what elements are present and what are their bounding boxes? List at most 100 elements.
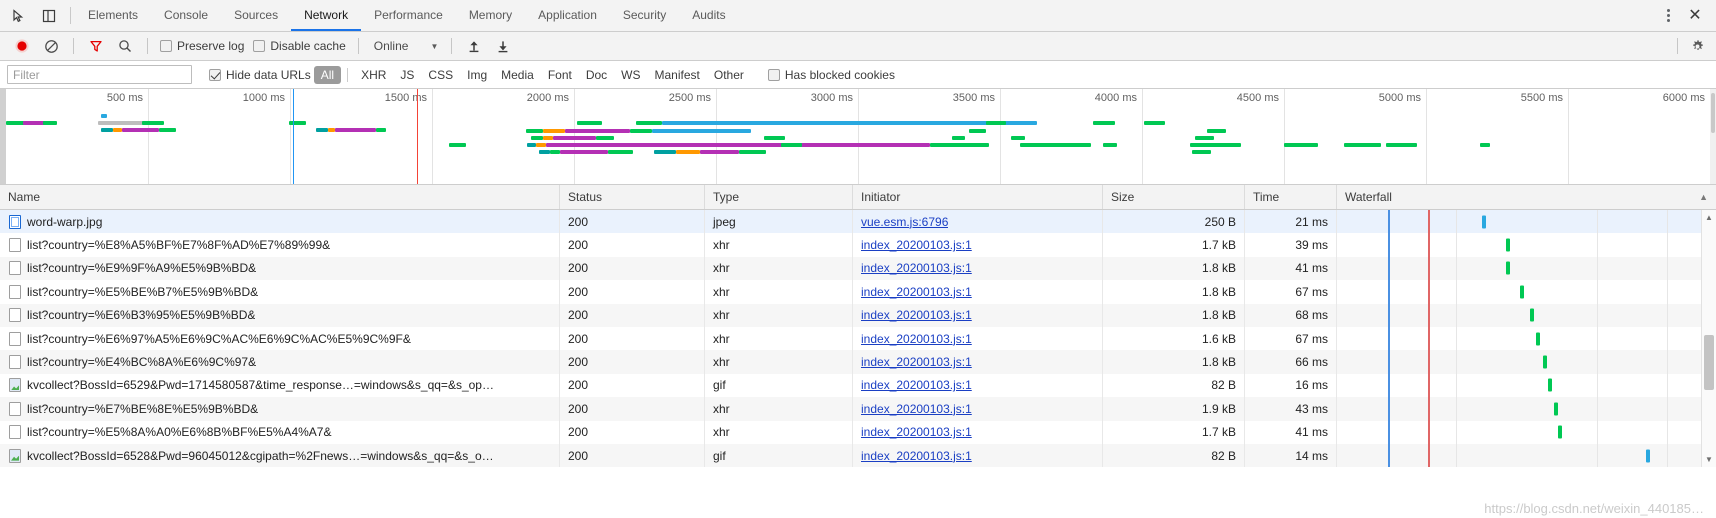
column-label: Name: [8, 190, 41, 204]
initiator-link[interactable]: index_20200103.js:1: [861, 402, 972, 416]
tab-security[interactable]: Security: [610, 0, 679, 31]
initiator-link[interactable]: index_20200103.js:1: [861, 285, 972, 299]
table-row[interactable]: list?country=%E5%8A%A0%E6%8B%BF%E5%A4%A7…: [0, 420, 1716, 444]
search-icon[interactable]: [112, 34, 138, 58]
scrollbar-thumb[interactable]: [1704, 335, 1714, 390]
column-header-initiator[interactable]: Initiator: [853, 185, 1103, 209]
tab-memory[interactable]: Memory: [456, 0, 525, 31]
hide-data-urls-checkbox[interactable]: Hide data URLs: [206, 68, 314, 82]
tab-performance[interactable]: Performance: [361, 0, 456, 31]
cell-status: 200: [560, 210, 705, 234]
initiator-link[interactable]: index_20200103.js:1: [861, 261, 972, 275]
type-filter-media[interactable]: Media: [494, 66, 541, 84]
scroll-up-icon[interactable]: ▲: [1702, 210, 1716, 225]
grid-vertical-scrollbar[interactable]: ▲ ▼: [1701, 210, 1716, 468]
device-toolbar-icon[interactable]: [38, 5, 60, 27]
table-row[interactable]: list?country=%E5%BE%B7%E5%9B%BD& 200 xhr in…: [0, 280, 1716, 304]
initiator-link[interactable]: index_20200103.js:1: [861, 238, 972, 252]
column-header-name[interactable]: Name: [0, 185, 560, 209]
more-options-icon[interactable]: [1656, 4, 1680, 28]
waterfall-bar[interactable]: [1547, 378, 1552, 392]
waterfall-bar[interactable]: [1543, 355, 1548, 369]
sort-ascending-icon[interactable]: ▲: [1699, 192, 1708, 202]
waterfall-bar[interactable]: [1530, 308, 1535, 322]
column-header-status[interactable]: Status: [560, 185, 705, 209]
export-har-icon[interactable]: [490, 34, 516, 58]
type-filter-all[interactable]: All: [313, 65, 342, 84]
initiator-link[interactable]: index_20200103.js:1: [861, 378, 972, 392]
table-row[interactable]: list?country=%E6%B3%95%E5%9B%BD& 200 xhr in…: [0, 303, 1716, 327]
type-filter-js[interactable]: JS: [393, 66, 421, 84]
type-filter-other[interactable]: Other: [707, 66, 751, 84]
column-header-size[interactable]: Size: [1103, 185, 1245, 209]
overview-scrollbar[interactable]: [1710, 89, 1716, 184]
request-name: list?country=%E9%9F%A9%E5%9B%BD&: [27, 261, 257, 276]
table-row[interactable]: word-warp.jpg 200 jpeg vue.esm.js:6796 250 B…: [0, 210, 1716, 234]
devtools-tabbar: Elements Console Sources Network Perform…: [0, 0, 1716, 32]
close-icon[interactable]: ✕: [1682, 4, 1708, 28]
overview-request-bar: [1093, 121, 1116, 125]
inspect-element-icon[interactable]: [8, 5, 30, 27]
network-overview-timeline[interactable]: 500 ms 1000 ms 1500 ms 2000 ms 2500 ms 3000 m…: [0, 89, 1716, 185]
disable-cache-checkbox[interactable]: Disable cache: [250, 39, 348, 53]
waterfall-bar[interactable]: [1519, 285, 1524, 299]
waterfall-bar[interactable]: [1481, 215, 1486, 229]
column-header-waterfall[interactable]: Waterfall ▲: [1337, 185, 1716, 209]
cell-waterfall: [1337, 373, 1716, 398]
tab-console[interactable]: Console: [151, 0, 221, 31]
waterfall-dom-content-loaded-line: [1388, 256, 1390, 281]
tab-network[interactable]: Network: [291, 0, 362, 31]
table-row[interactable]: kvcollect?BossId=6529&Pwd=1714580587&tim…: [0, 373, 1716, 398]
tab-application[interactable]: Application: [525, 0, 610, 31]
overview-scrollbar-thumb[interactable]: [1711, 93, 1715, 133]
column-header-type[interactable]: Type: [705, 185, 853, 209]
table-row[interactable]: list?country=%E8%A5%BF%E7%8F%AD%E7%89%99…: [0, 233, 1716, 257]
tab-elements[interactable]: Elements: [75, 0, 151, 31]
waterfall-bar[interactable]: [1536, 332, 1541, 346]
type-filter-ws[interactable]: WS: [614, 66, 647, 84]
waterfall-bar[interactable]: [1505, 238, 1510, 252]
waterfall-gridline: [1456, 350, 1458, 374]
filter-funnel-icon[interactable]: [83, 34, 109, 58]
type-filter-font[interactable]: Font: [541, 66, 579, 84]
type-filter-img[interactable]: Img: [460, 66, 494, 84]
initiator-link[interactable]: index_20200103.js:1: [861, 355, 972, 369]
gear-icon[interactable]: [1684, 34, 1710, 58]
type-filter-manifest[interactable]: Manifest: [648, 66, 707, 84]
waterfall-bar[interactable]: [1557, 425, 1562, 439]
cell-waterfall: [1337, 420, 1716, 444]
table-row[interactable]: list?country=%E7%BE%8E%E5%9B%BD& 200 xhr in…: [0, 397, 1716, 421]
initiator-link[interactable]: index_20200103.js:1: [861, 332, 972, 346]
scroll-down-icon[interactable]: ▼: [1702, 452, 1716, 467]
overview-request-bar: [653, 150, 676, 154]
cell-waterfall: [1337, 326, 1716, 351]
type-filter-css[interactable]: CSS: [421, 66, 460, 84]
record-button-icon[interactable]: [9, 34, 35, 58]
has-blocked-cookies-checkbox[interactable]: Has blocked cookies: [765, 68, 898, 82]
tab-sources[interactable]: Sources: [221, 0, 291, 31]
waterfall-load-event-line: [1428, 420, 1430, 444]
overview-left-handle[interactable]: [0, 89, 6, 184]
tab-audits[interactable]: Audits: [679, 0, 738, 31]
filter-input[interactable]: [7, 65, 192, 84]
waterfall-bar[interactable]: [1553, 402, 1558, 416]
initiator-link[interactable]: index_20200103.js:1: [861, 308, 972, 322]
import-har-icon[interactable]: [461, 34, 487, 58]
preserve-log-checkbox[interactable]: Preserve log: [157, 39, 247, 53]
waterfall-bar[interactable]: [1645, 449, 1650, 463]
column-header-time[interactable]: Time: [1245, 185, 1337, 209]
initiator-link[interactable]: index_20200103.js:1: [861, 449, 972, 463]
table-row[interactable]: list?country=%E6%97%A5%E6%9C%AC%E6%9C%AC…: [0, 326, 1716, 351]
waterfall-load-event-line: [1428, 210, 1430, 234]
clear-icon[interactable]: [38, 34, 64, 58]
table-row[interactable]: list?country=%E9%9F%A9%E5%9B%BD& 200 xhr in…: [0, 256, 1716, 281]
type-filter-xhr[interactable]: XHR: [354, 66, 393, 84]
overview-request-bar: [576, 121, 603, 125]
initiator-link[interactable]: index_20200103.js:1: [861, 425, 972, 439]
waterfall-bar[interactable]: [1505, 261, 1510, 275]
table-row[interactable]: kvcollect?BossId=6528&Pwd=96045012&cgipa…: [0, 443, 1716, 468]
initiator-link[interactable]: vue.esm.js:6796: [861, 215, 948, 229]
type-filter-doc[interactable]: Doc: [579, 66, 614, 84]
table-row[interactable]: list?country=%E4%BC%8A%E6%9C%97& 200 xhr in…: [0, 350, 1716, 374]
throttling-dropdown[interactable]: Online ▼: [368, 37, 443, 55]
